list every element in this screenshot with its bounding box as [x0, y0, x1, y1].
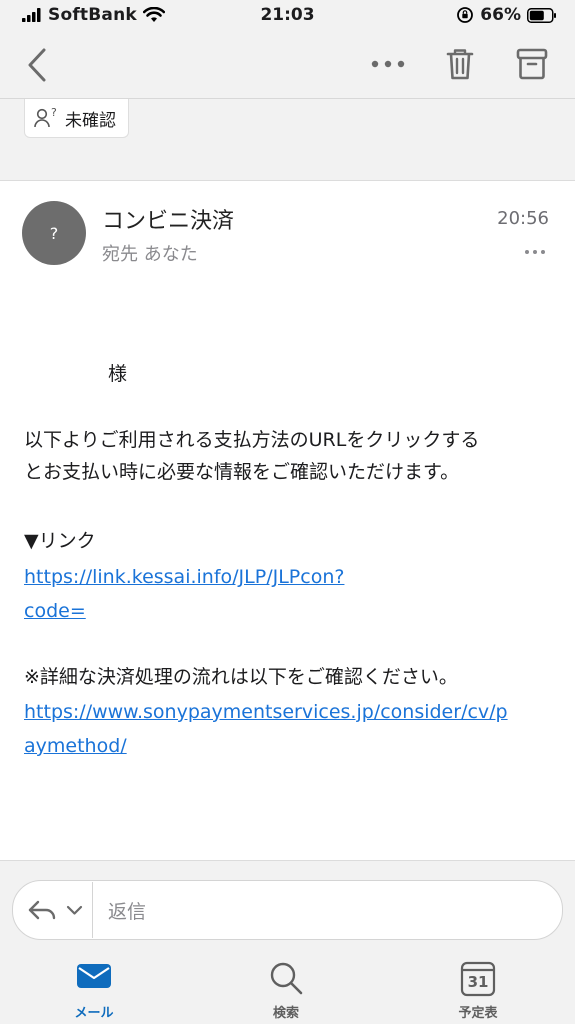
link-line[interactable]: aymethod/ — [24, 729, 554, 763]
search-icon — [270, 962, 303, 995]
tab-calendar[interactable]: 31 予定表 — [428, 956, 528, 1022]
delete-button[interactable] — [440, 44, 480, 84]
body-line: 以下よりご利用される支払方法のURLをクリックする — [24, 429, 480, 451]
detail-text: ※詳細な決済処理の流れは以下をご確認ください。 — [24, 666, 458, 688]
status-bar: SoftBank 21:03 66% — [0, 0, 575, 32]
reply-divider — [92, 882, 93, 938]
message-time: 20:56 — [497, 208, 549, 229]
reply-options-button[interactable] — [26, 894, 88, 926]
message-toolbar — [0, 32, 575, 99]
link-line[interactable]: https://link.kessai.info/JLP/JLPcon? — [24, 560, 554, 594]
unverified-tag[interactable]: ? 未確認 — [24, 99, 129, 138]
archive-button[interactable] — [512, 44, 552, 84]
more-button[interactable] — [366, 52, 410, 76]
tab-label-mail: メール — [74, 1006, 114, 1021]
calendar-badge: 31 — [467, 973, 489, 991]
person-question-icon: ? — [34, 106, 57, 128]
ellipsis-icon — [525, 250, 545, 254]
battery-percent: 66% — [480, 5, 521, 25]
tab-search[interactable]: 検索 — [236, 956, 336, 1022]
ellipsis-icon — [371, 60, 405, 68]
reply-arrow-icon — [28, 900, 83, 920]
sender-avatar[interactable]: ? — [22, 201, 86, 265]
avatar-initial: ? — [49, 223, 59, 243]
link-line[interactable]: https://www.sonypaymentservices.jp/consi… — [24, 695, 554, 729]
link-line[interactable]: code= — [24, 594, 554, 628]
message-more-button[interactable] — [522, 244, 548, 258]
chevron-left-icon — [28, 48, 46, 82]
battery-icon — [527, 7, 556, 23]
tab-bar: メール 検索 31 予定表 — [0, 942, 575, 1024]
status-right: 66% — [456, 5, 557, 25]
tab-label-search: 検索 — [272, 1006, 299, 1021]
tab-mail[interactable]: メール — [44, 956, 144, 1022]
trash-icon — [446, 49, 474, 80]
reply-box[interactable] — [12, 880, 563, 940]
link-heading: ▼リンク — [24, 530, 96, 552]
svg-text:?: ? — [51, 106, 57, 119]
rotation-lock-icon — [457, 7, 474, 23]
archive-icon — [516, 48, 548, 80]
tab-label-calendar: 予定表 — [458, 1006, 498, 1021]
reply-input[interactable]: 返信 — [108, 897, 146, 924]
back-button[interactable] — [18, 44, 58, 86]
payment-link[interactable]: https://link.kessai.info/JLP/JLPcon? cod… — [24, 560, 554, 628]
recipient-line[interactable]: 宛先 あなた — [102, 240, 198, 266]
sender-name[interactable]: コンビニ決済 — [102, 203, 234, 235]
body-paragraph: 以下よりご利用される支払方法のURLをクリックする とお支払い時に必要な情報をご… — [24, 424, 554, 488]
mail-icon — [77, 964, 111, 988]
body-line: とお支払い時に必要な情報をご確認いただけます。 — [24, 461, 460, 483]
tag-label: 未確認 — [65, 110, 116, 131]
greeting: 様 — [108, 363, 128, 385]
detail-link[interactable]: https://www.sonypaymentservices.jp/consi… — [24, 695, 554, 763]
